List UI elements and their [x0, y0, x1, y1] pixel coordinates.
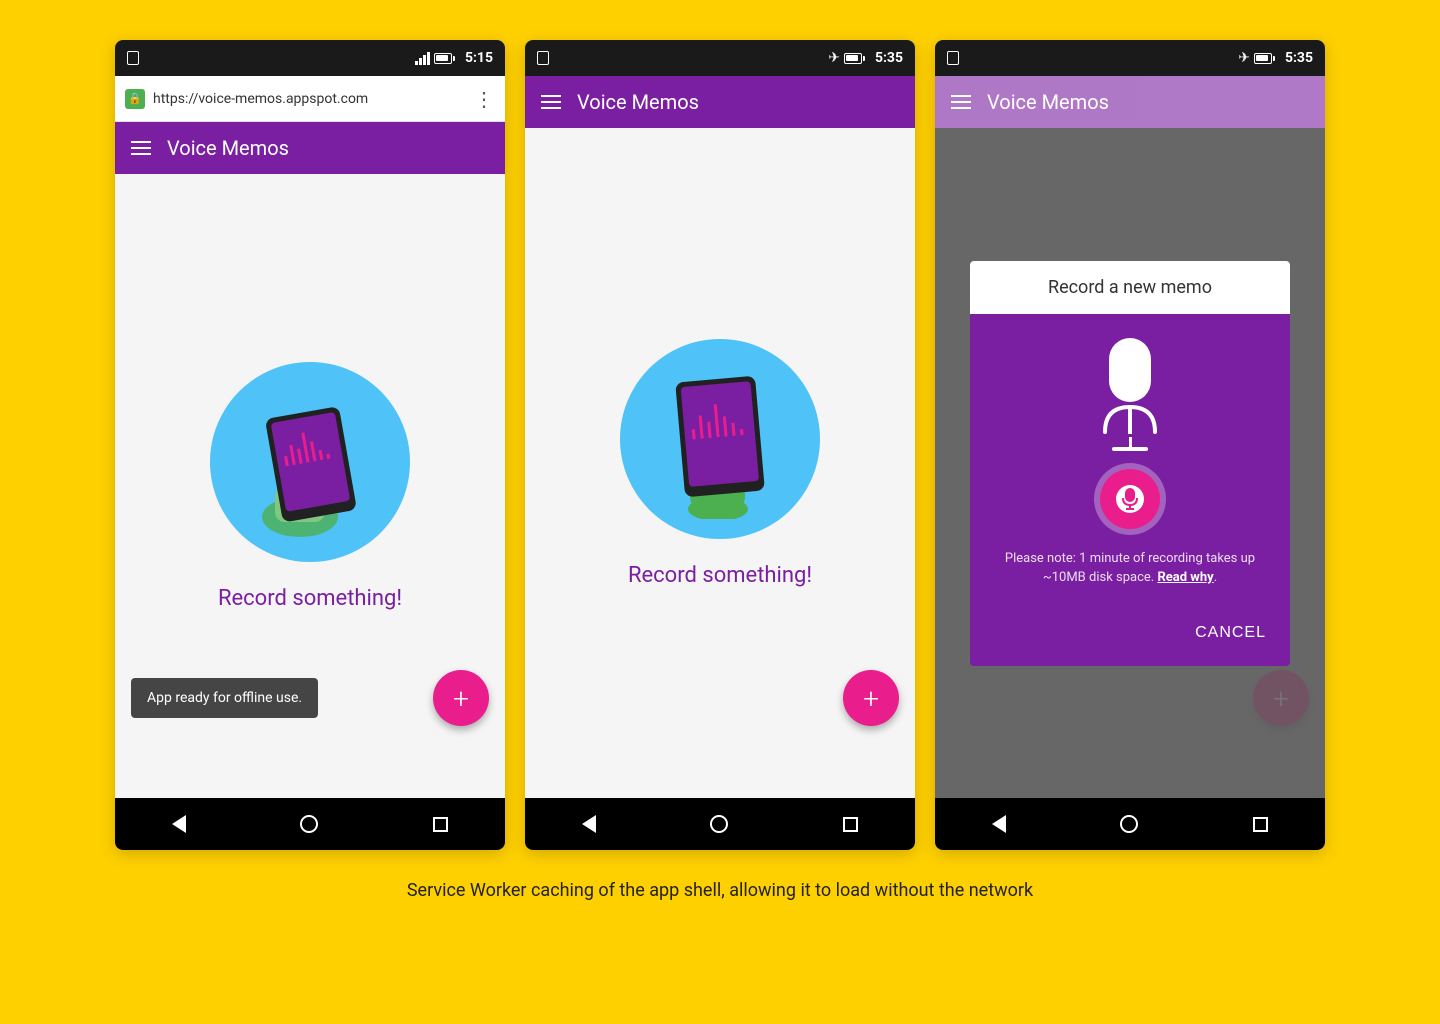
url-menu-icon-1[interactable]: ⋮ — [474, 87, 495, 111]
phone-1: 5:15 🔒 https://voice-memos.appspot.com ⋮… — [115, 40, 505, 850]
recent-button-3[interactable] — [1253, 817, 1268, 832]
back-button-2[interactable] — [582, 815, 596, 833]
phones-container: 5:15 🔒 https://voice-memos.appspot.com ⋮… — [30, 40, 1410, 850]
read-why-link[interactable]: Read why — [1157, 570, 1213, 585]
status-right-3: ✈ 5:35 — [1238, 50, 1313, 66]
record-button-inner — [1116, 485, 1144, 513]
battery-icon-2 — [844, 53, 865, 64]
app-title-1: Voice Memos — [167, 136, 289, 160]
mic-base — [1112, 447, 1148, 451]
airplane-icon-2: ✈ — [828, 50, 840, 66]
sim-icon-3 — [947, 51, 959, 65]
dialog-overlay-3: Record a new memo — [935, 128, 1325, 798]
phone-2: ✈ 5:35 Voice Memos — [525, 40, 915, 850]
cancel-button[interactable]: CANCEL — [1187, 616, 1274, 650]
status-bar-3: ✈ 5:35 — [935, 40, 1325, 76]
record-text-1: Record something! — [218, 586, 402, 611]
sim-icon-2 — [537, 51, 549, 65]
dialog-title: Record a new memo — [970, 261, 1290, 314]
nav-bar-3 — [935, 798, 1325, 850]
airplane-icon-3: ✈ — [1238, 50, 1250, 66]
recent-button-1[interactable] — [433, 817, 448, 832]
lock-icon-1: 🔒 — [125, 89, 145, 109]
phone-body-2: Record something! + — [525, 128, 915, 798]
status-right-1: 5:15 — [415, 50, 493, 66]
mic-body — [1109, 338, 1151, 402]
status-left-3 — [947, 51, 959, 65]
mic-arc-svg — [1095, 402, 1165, 437]
url-bar-1: 🔒 https://voice-memos.appspot.com ⋮ — [115, 76, 505, 122]
nav-bar-2 — [525, 798, 915, 850]
mic-stand — [1129, 437, 1132, 447]
back-button-3[interactable] — [992, 815, 1006, 833]
dialog-note: Please note: 1 minute of recording takes… — [986, 549, 1274, 588]
record-text-2: Record something! — [628, 563, 812, 588]
status-left-2 — [537, 51, 549, 65]
record-dialog: Record a new memo — [970, 261, 1290, 666]
phone-body-3: + Record a new memo — [935, 128, 1325, 798]
time-2: 5:35 — [875, 50, 903, 66]
illustration-circle-1 — [210, 362, 410, 562]
dialog-actions: CANCEL — [970, 608, 1290, 666]
app-title-2: Voice Memos — [577, 90, 699, 114]
battery-icon-3 — [1254, 53, 1275, 64]
nav-bar-1 — [115, 798, 505, 850]
fab-button-1[interactable]: + — [433, 670, 489, 726]
recent-button-2[interactable] — [843, 817, 858, 832]
fab-button-2[interactable]: + — [843, 670, 899, 726]
mic-illustration — [1095, 338, 1165, 451]
menu-icon-2[interactable] — [541, 95, 561, 109]
home-button-1[interactable] — [300, 815, 318, 833]
sim-icon-1 — [127, 51, 139, 65]
back-button-1[interactable] — [172, 815, 186, 833]
mic-button-icon — [1121, 488, 1139, 510]
phone-3: ✈ 5:35 Voice Memos + — [935, 40, 1325, 850]
status-bar-2: ✈ 5:35 — [525, 40, 915, 76]
app-title-3: Voice Memos — [987, 90, 1109, 114]
record-button[interactable] — [1100, 469, 1160, 529]
home-button-2[interactable] — [710, 815, 728, 833]
phone-illustration-svg-1 — [245, 387, 375, 537]
signal-icon-1 — [415, 52, 430, 65]
battery-icon-1 — [434, 53, 455, 64]
caption: Service Worker caching of the app shell,… — [407, 878, 1033, 903]
dialog-body: Please note: 1 minute of recording takes… — [970, 314, 1290, 608]
offline-toast-1: App ready for offline use. — [131, 678, 318, 718]
home-button-3[interactable] — [1120, 815, 1138, 833]
phone-body-1: Record something! App ready for offline … — [115, 174, 505, 798]
status-bar-1: 5:15 — [115, 40, 505, 76]
time-1: 5:15 — [465, 50, 493, 66]
app-bar-3: Voice Memos — [935, 76, 1325, 128]
app-bar-2: Voice Memos — [525, 76, 915, 128]
app-bar-1: Voice Memos — [115, 122, 505, 174]
phone-illustration-svg-2 — [650, 359, 790, 519]
illustration-circle-2 — [620, 339, 820, 539]
url-text-1: https://voice-memos.appspot.com — [153, 91, 466, 107]
menu-icon-3 — [951, 95, 971, 109]
time-3: 5:35 — [1285, 50, 1313, 66]
menu-icon-1[interactable] — [131, 141, 151, 155]
status-left-1 — [127, 51, 139, 65]
status-right-2: ✈ 5:35 — [828, 50, 903, 66]
